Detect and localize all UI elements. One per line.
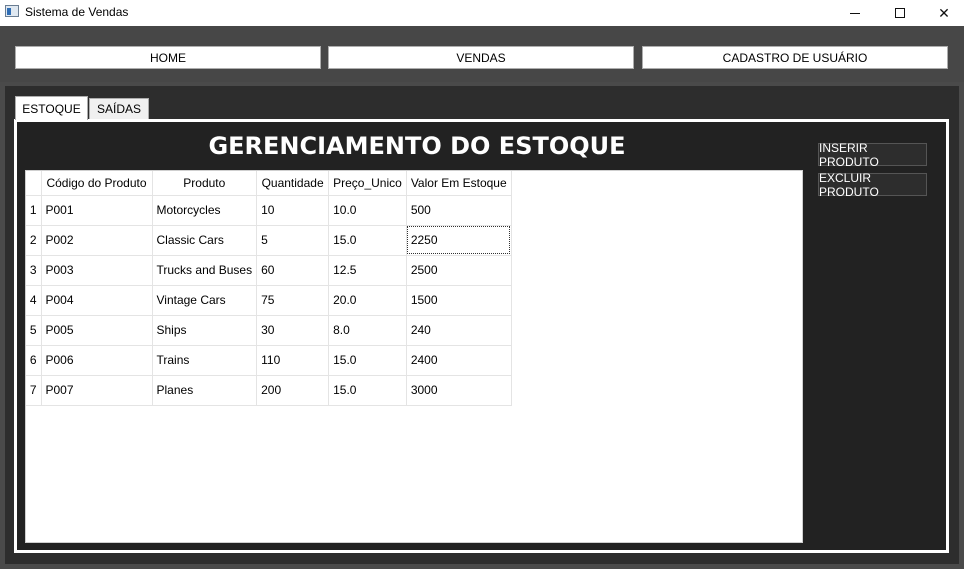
cell-codigo[interactable]: P004	[41, 285, 153, 316]
cell-quantidade[interactable]: 10	[256, 195, 330, 226]
minimize-icon	[850, 12, 860, 14]
cell-preco[interactable]: 15.0	[328, 345, 407, 376]
home-button[interactable]: HOME	[15, 46, 321, 69]
cell-preco[interactable]: 15.0	[328, 375, 407, 406]
cell-codigo[interactable]: P001	[41, 195, 153, 226]
cell-valor[interactable]: 1500	[406, 285, 512, 316]
cell-produto[interactable]: Vintage Cars	[152, 285, 258, 316]
maximize-button[interactable]	[877, 0, 923, 26]
minimize-button[interactable]	[832, 0, 878, 26]
cell-valor[interactable]: 3000	[406, 375, 512, 406]
cell-codigo[interactable]: P006	[41, 345, 153, 376]
maximize-icon	[895, 8, 905, 18]
table-row[interactable]: 3 P003 Trucks and Buses 60 12.5 2500	[26, 255, 512, 286]
cell-codigo[interactable]: P002	[41, 225, 153, 256]
tab-saidas[interactable]: SAÍDAS	[89, 98, 149, 120]
estoque-content: GERENCIAMENTO DO ESTOQUE INSERIR PRODUTO…	[17, 122, 946, 550]
app-window-icon	[5, 5, 19, 17]
cell-produto[interactable]: Classic Cars	[152, 225, 258, 256]
row-number[interactable]: 6	[26, 345, 42, 376]
cell-valor[interactable]: 2500	[406, 255, 512, 286]
cell-valor[interactable]: 2400	[406, 345, 512, 376]
cell-preco[interactable]: 15.0	[328, 225, 407, 256]
cell-quantidade[interactable]: 5	[256, 225, 330, 256]
table-row[interactable]: 5 P005 Ships 30 8.0 240	[26, 315, 512, 346]
row-number[interactable]: 7	[26, 375, 42, 406]
cell-valor[interactable]: 2250	[406, 225, 512, 256]
cell-valor[interactable]: 240	[406, 315, 512, 346]
row-number[interactable]: 3	[26, 255, 42, 286]
cell-preco[interactable]: 12.5	[328, 255, 407, 286]
cell-quantidade[interactable]: 60	[256, 255, 330, 286]
row-number[interactable]: 2	[26, 225, 42, 256]
cell-preco[interactable]: 8.0	[328, 315, 407, 346]
row-number[interactable]: 5	[26, 315, 42, 346]
vendas-button[interactable]: VENDAS	[328, 46, 634, 69]
cell-codigo[interactable]: P005	[41, 315, 153, 346]
row-number[interactable]: 1	[26, 195, 42, 226]
table-row[interactable]: 2 P002 Classic Cars 5 15.0 2250	[26, 225, 512, 256]
cell-produto[interactable]: Planes	[152, 375, 258, 406]
row-number[interactable]: 4	[26, 285, 42, 316]
cell-codigo[interactable]: P003	[41, 255, 153, 286]
top-navigation: HOME VENDAS CADASTRO DE USUÁRIO	[0, 26, 964, 82]
cell-valor[interactable]: 500	[406, 195, 512, 226]
cadastro-usuario-button[interactable]: CADASTRO DE USUÁRIO	[642, 46, 948, 69]
column-header-produto[interactable]: Produto	[152, 171, 258, 196]
table-row[interactable]: 6 P006 Trains 110 15.0 2400	[26, 345, 512, 376]
corner-header	[26, 171, 42, 196]
cell-preco[interactable]: 10.0	[328, 195, 407, 226]
tab-estoque[interactable]: ESTOQUE	[15, 96, 88, 120]
cell-quantidade[interactable]: 110	[256, 345, 330, 376]
inserir-produto-button[interactable]: INSERIR PRODUTO	[818, 141, 927, 169]
cell-quantidade[interactable]: 75	[256, 285, 330, 316]
column-header-codigo[interactable]: Código do Produto	[41, 171, 153, 196]
cell-quantidade[interactable]: 200	[256, 375, 330, 406]
column-header-preco[interactable]: Preço_Unico	[328, 171, 407, 196]
title-bar: Sistema de Vendas ✕	[0, 0, 964, 26]
page-title: GERENCIAMENTO DO ESTOQUE	[208, 132, 626, 160]
excluir-produto-button[interactable]: EXCLUIR PRODUTO	[818, 171, 927, 199]
cell-codigo[interactable]: P007	[41, 375, 153, 406]
table-row[interactable]: 1 P001 Motorcycles 10 10.0 500	[26, 195, 512, 226]
table-row[interactable]: 4 P004 Vintage Cars 75 20.0 1500	[26, 285, 512, 316]
close-icon: ✕	[938, 4, 950, 21]
cell-produto[interactable]: Trains	[152, 345, 258, 376]
column-header-quantidade[interactable]: Quantidade	[256, 171, 330, 196]
cell-quantidade[interactable]: 30	[256, 315, 330, 346]
estoque-table[interactable]: Código do Produto Produto Quantidade Pre…	[25, 170, 803, 543]
table-header-row: Código do Produto Produto Quantidade Pre…	[26, 171, 512, 196]
column-header-valor[interactable]: Valor Em Estoque	[406, 171, 512, 196]
cell-produto[interactable]: Trucks and Buses	[152, 255, 258, 286]
main-frame: ESTOQUE SAÍDAS GERENCIAMENTO DO ESTOQUE …	[5, 86, 959, 564]
window-title: Sistema de Vendas	[25, 5, 129, 19]
cell-preco[interactable]: 20.0	[328, 285, 407, 316]
cell-produto[interactable]: Motorcycles	[152, 195, 258, 226]
cell-produto[interactable]: Ships	[152, 315, 258, 346]
table-row[interactable]: 7 P007 Planes 200 15.0 3000	[26, 375, 512, 406]
close-button[interactable]: ✕	[921, 0, 964, 26]
tab-panel-estoque: GERENCIAMENTO DO ESTOQUE INSERIR PRODUTO…	[14, 119, 949, 553]
